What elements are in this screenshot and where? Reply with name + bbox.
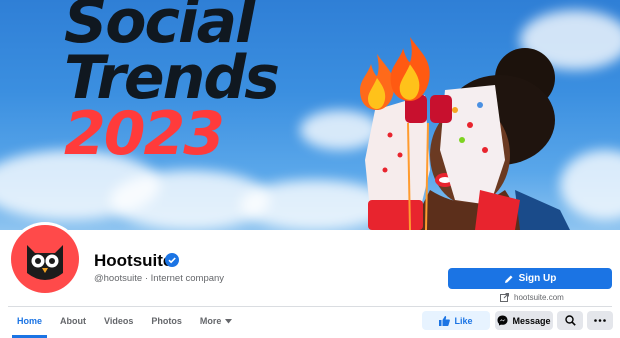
website-text: hootsuite.com xyxy=(514,293,564,302)
like-label: Like xyxy=(454,315,473,326)
messenger-icon xyxy=(497,315,508,326)
tab-label: Photos xyxy=(151,316,182,326)
profile-picture[interactable] xyxy=(8,222,82,296)
message-button[interactable]: Message xyxy=(495,311,553,330)
tab-label: About xyxy=(60,316,87,326)
search-icon xyxy=(564,315,576,326)
thumbs-up-icon xyxy=(439,315,451,326)
sign-up-label: Sign Up xyxy=(518,273,557,284)
tab-home[interactable]: Home xyxy=(8,307,51,338)
tab-label: Home xyxy=(17,316,43,326)
page-name[interactable]: Hootsuite xyxy=(94,251,172,271)
tab-label: Videos xyxy=(104,316,134,326)
cover-photo[interactable]: Social Trends 2023 xyxy=(0,0,620,230)
pencil-icon xyxy=(504,275,513,283)
message-label: Message xyxy=(512,315,551,326)
caret-down-icon xyxy=(225,318,233,323)
verified-badge-icon xyxy=(165,253,179,267)
tab-about[interactable]: About xyxy=(51,307,95,335)
fire-icon xyxy=(390,37,430,101)
page-handle-category: @hootsuite · Internet company xyxy=(94,273,225,284)
like-button[interactable]: Like xyxy=(422,311,490,330)
cover-headline-line3: 2023 xyxy=(64,99,225,169)
sign-up-button[interactable]: Sign Up xyxy=(448,268,612,289)
owl-icon xyxy=(27,245,63,280)
cover-headline-line2: Trends xyxy=(64,43,280,113)
ellipsis-icon xyxy=(594,319,606,322)
cover-headline: Social Trends 2023 xyxy=(64,0,280,169)
search-button[interactable] xyxy=(557,311,583,330)
tab-photos[interactable]: Photos xyxy=(142,307,191,335)
website-link[interactable]: hootsuite.com xyxy=(500,293,564,302)
external-link-icon xyxy=(500,293,509,302)
tab-more[interactable]: More xyxy=(191,307,242,335)
tab-videos[interactable]: Videos xyxy=(95,307,142,335)
page-tabs: Home About Videos Photos More xyxy=(8,307,241,338)
more-options-button[interactable] xyxy=(587,311,613,330)
owl-logo xyxy=(11,225,79,293)
tab-label: More xyxy=(199,316,222,326)
